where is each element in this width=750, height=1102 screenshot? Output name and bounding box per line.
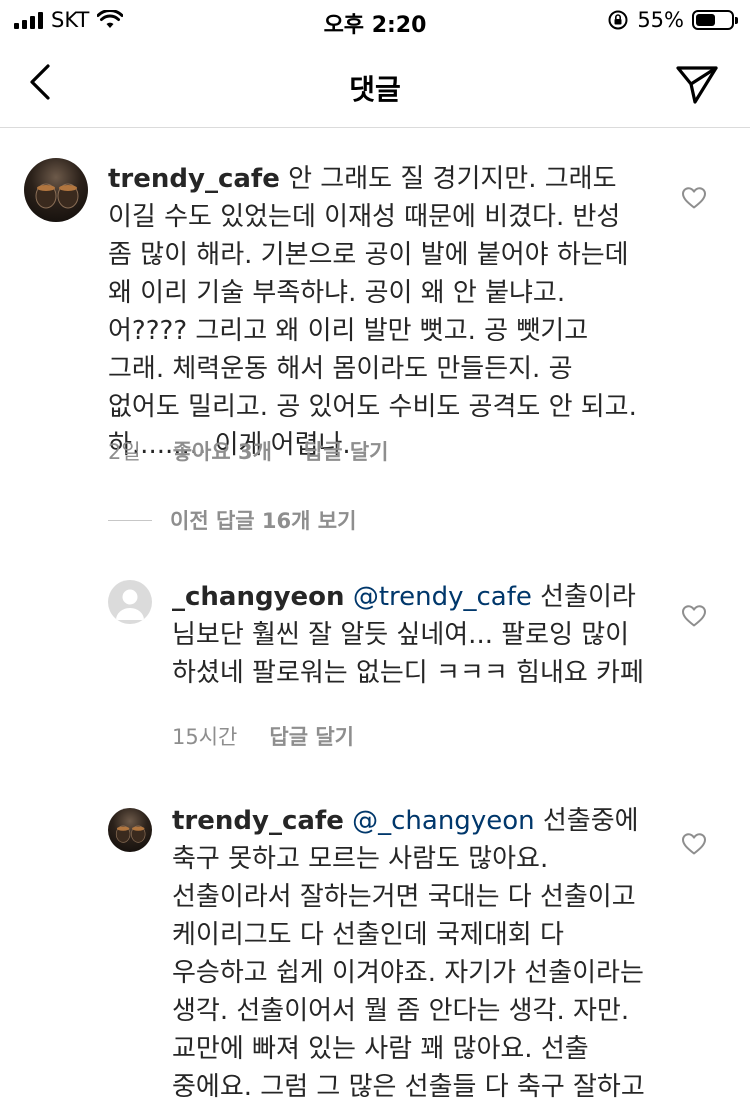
nav-bar: 댓글 xyxy=(0,44,750,128)
comment-body: trendy_cafe @_changyeon 선출중에 축구 못하고 모르는 … xyxy=(172,802,648,1102)
status-bar: SKT 오후 2:20 55% xyxy=(0,0,750,40)
comment-username[interactable]: _changyeon xyxy=(172,582,345,612)
comment-time: 2일 xyxy=(108,440,141,464)
heart-icon[interactable] xyxy=(681,832,707,856)
likes-count[interactable]: 좋아요 3개 xyxy=(173,436,272,466)
avatar[interactable] xyxy=(108,808,152,852)
page-title: 댓글 xyxy=(349,73,401,106)
orientation-lock-icon xyxy=(608,10,628,30)
comment-mention[interactable]: @trendy_cafe xyxy=(353,582,532,612)
heart-icon[interactable] xyxy=(681,604,707,628)
comment-time: 15시간 xyxy=(172,725,238,749)
battery-icon xyxy=(692,10,738,30)
avatar[interactable] xyxy=(108,580,152,624)
battery-level xyxy=(696,14,715,26)
comment-meta: 2일 좋아요 3개 답글 달기 xyxy=(108,436,388,466)
paper-plane-icon[interactable] xyxy=(674,62,720,106)
comment-username[interactable]: trendy_cafe xyxy=(172,806,344,836)
battery-percent: 55% xyxy=(637,8,684,32)
comment-mention[interactable]: @_changyeon xyxy=(352,806,534,836)
reply-button[interactable]: 답글 달기 xyxy=(304,436,389,466)
comment-body: trendy_cafe 안 그래도 질 경기지만. 그래도 이길 수도 있었는데… xyxy=(108,160,648,464)
comment-username[interactable]: trendy_cafe xyxy=(108,164,280,194)
reply-button[interactable]: 답글 달기 xyxy=(269,721,354,751)
comment-body: _changyeon @trendy_cafe 선출이라 님보단 훨씬 잘 알듯… xyxy=(172,578,648,692)
coffee-cup-icon xyxy=(115,825,146,843)
comment-text: 선출중에 축구 못하고 모르는 사람도 많아요. 선출이라서 잘하는거면 국대는… xyxy=(172,806,645,1102)
comment: trendy_cafe 안 그래도 질 경기지만. 그래도 이길 수도 있었는데… xyxy=(0,150,750,470)
heart-icon[interactable] xyxy=(681,186,707,210)
avatar[interactable] xyxy=(24,158,88,222)
status-right: 55% xyxy=(607,8,738,32)
default-avatar-icon xyxy=(116,589,144,620)
coffee-cup-icon xyxy=(35,183,79,209)
view-replies-label: 이전 답글 16개 보기 xyxy=(170,509,357,533)
view-replies-button[interactable]: 이전 답글 16개 보기 xyxy=(108,505,356,535)
reply-comment: _changyeon @trendy_cafe 선출이라 님보단 훨씬 잘 알듯… xyxy=(0,570,750,760)
view-replies-divider xyxy=(108,519,152,521)
comment-text: 안 그래도 질 경기지만. 그래도 이길 수도 있었는데 이재성 때문에 비겼다… xyxy=(108,164,637,460)
comment-meta: 15시간 답글 달기 xyxy=(172,721,354,751)
reply-comment: trendy_cafe @_changyeon 선출중에 축구 못하고 모르는 … xyxy=(0,798,750,1102)
